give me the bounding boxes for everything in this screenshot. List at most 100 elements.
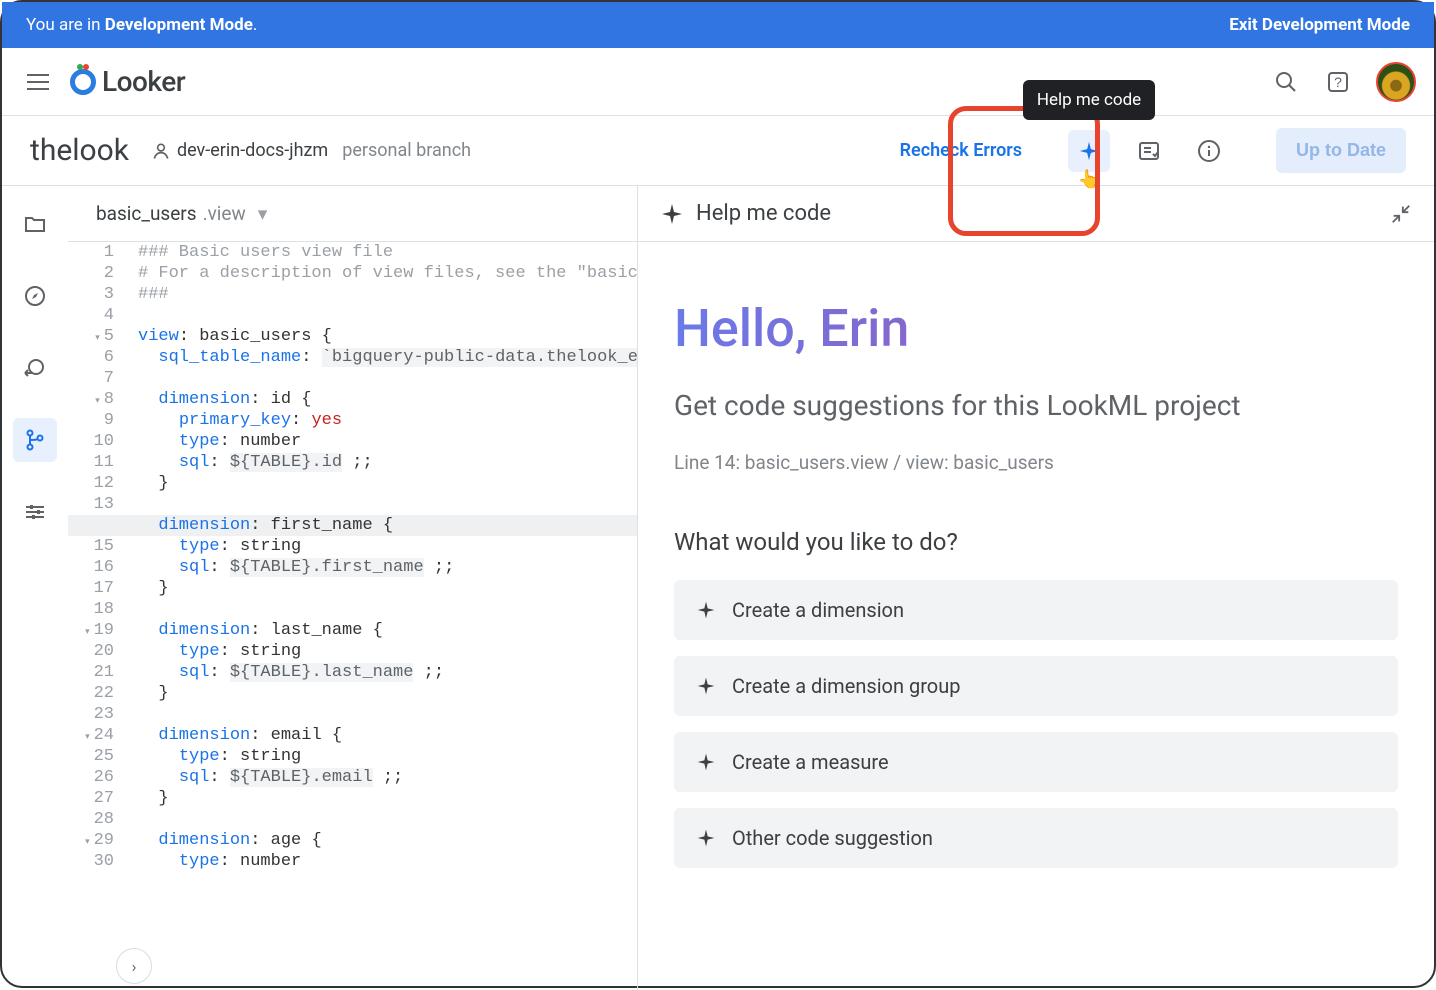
chevron-right-icon: › [132, 957, 137, 976]
code-line[interactable]: ### [138, 284, 637, 305]
code-line[interactable]: } [138, 788, 637, 809]
line-number: 12 [68, 473, 118, 494]
code-line[interactable]: sql: ${TABLE}.id ;; [138, 452, 637, 473]
code-line[interactable]: type: string [138, 641, 637, 662]
code-line[interactable]: type: string [138, 746, 637, 767]
rail-item-git[interactable] [13, 418, 57, 462]
line-number: 13 [68, 494, 118, 515]
hamburger-menu-button[interactable] [18, 62, 58, 102]
line-number: 20 [68, 641, 118, 662]
branch-selector[interactable]: dev-erin-docs-jhzm personal branch [151, 140, 471, 161]
code-line[interactable]: sql_table_name: `bigquery-public-data.th… [138, 347, 637, 368]
line-number: 19 [68, 620, 118, 641]
code-line[interactable]: dimension: last_name { [138, 620, 637, 641]
suggestion-item[interactable]: Create a measure [674, 732, 1398, 792]
code-line[interactable]: type: string [138, 536, 637, 557]
editor-pane: basic_users.view ▾ 123456789101112131415… [68, 186, 638, 990]
code-line[interactable]: } [138, 683, 637, 704]
validate-button[interactable] [1128, 130, 1170, 172]
expand-panel-button[interactable]: › [116, 948, 152, 984]
branch-type-label: personal branch [342, 140, 471, 161]
sparkle-icon [696, 600, 716, 620]
user-avatar[interactable] [1376, 62, 1416, 102]
code-line[interactable] [138, 305, 637, 326]
line-number: 17 [68, 578, 118, 599]
sliders-icon [23, 500, 47, 524]
search-button[interactable] [1264, 60, 1308, 104]
line-number: 3 [68, 284, 118, 305]
suggestion-label: Create a dimension group [732, 674, 960, 698]
help-button[interactable] [1316, 60, 1360, 104]
code-line[interactable] [138, 809, 637, 830]
code-line[interactable] [138, 704, 637, 725]
help-me-code-panel: Help me code Hello, Erin Get code sugges… [638, 186, 1434, 990]
code-line[interactable] [138, 368, 637, 389]
rail-item-files[interactable] [13, 202, 57, 246]
collapse-icon [1390, 203, 1412, 225]
search-icon [1274, 70, 1298, 94]
line-number: 2 [68, 263, 118, 284]
line-number: 6 [68, 347, 118, 368]
help-me-code-button[interactable]: Help me code 👆 [1068, 130, 1110, 172]
suggestion-item[interactable]: Other code suggestion [674, 808, 1398, 868]
line-number: 18 [68, 599, 118, 620]
code-line[interactable]: dimension: email { [138, 725, 637, 746]
up-to-date-button: Up to Date [1276, 128, 1406, 173]
file-tab[interactable]: basic_users.view ▾ [68, 186, 637, 242]
checklist-icon [1137, 139, 1161, 163]
code-line[interactable]: view: basic_users { [138, 326, 637, 347]
line-number: 5 [68, 326, 118, 347]
help-question: What would you like to do? [674, 528, 1398, 556]
suggestion-label: Create a measure [732, 750, 889, 774]
app-header: Looker [2, 48, 1434, 116]
code-line[interactable]: type: number [138, 431, 637, 452]
line-number: 29 [68, 830, 118, 851]
chevron-down-icon: ▾ [258, 202, 268, 225]
info-icon [1197, 139, 1221, 163]
person-icon [151, 141, 171, 161]
code-line[interactable]: # For a description of view files, see t… [138, 263, 637, 284]
git-icon [23, 428, 47, 452]
code-line[interactable]: } [138, 578, 637, 599]
rail-item-search[interactable] [13, 346, 57, 390]
line-number: 11 [68, 452, 118, 473]
logo[interactable]: Looker [70, 65, 185, 98]
code-line[interactable] [138, 599, 637, 620]
dev-mode-label: Development Mode [105, 15, 253, 35]
code-line[interactable]: primary_key: yes [138, 410, 637, 431]
project-name: thelook [30, 133, 129, 168]
recheck-errors-link[interactable]: Recheck Errors [900, 140, 1022, 161]
branch-name: dev-erin-docs-jhzm [177, 140, 328, 161]
code-line[interactable]: sql: ${TABLE}.email ;; [138, 767, 637, 788]
code-editor[interactable]: 1234567891011121314151617181920212223242… [68, 242, 637, 990]
code-line[interactable]: dimension: first_name { [68, 515, 637, 536]
info-button[interactable] [1188, 130, 1230, 172]
collapse-panel-button[interactable] [1390, 203, 1412, 225]
line-number: 10 [68, 431, 118, 452]
line-number: 7 [68, 368, 118, 389]
rail-item-settings[interactable] [13, 490, 57, 534]
file-ext: .view [203, 202, 246, 225]
code-line[interactable]: } [138, 473, 637, 494]
sparkle-icon [696, 828, 716, 848]
code-line[interactable]: type: number [138, 851, 637, 872]
code-line[interactable]: sql: ${TABLE}.last_name ;; [138, 662, 637, 683]
line-number: 27 [68, 788, 118, 809]
code-line[interactable]: dimension: id { [138, 389, 637, 410]
code-line[interactable]: ### Basic users view file [138, 242, 637, 263]
suggestion-item[interactable]: Create a dimension [674, 580, 1398, 640]
folder-icon [23, 212, 47, 236]
sparkle-icon [696, 676, 716, 696]
sparkle-icon [1078, 140, 1100, 162]
left-nav-rail [2, 186, 68, 990]
line-number: 28 [68, 809, 118, 830]
rail-item-explore[interactable] [13, 274, 57, 318]
exit-dev-mode-link[interactable]: Exit Development Mode [1229, 15, 1410, 35]
line-number: 9 [68, 410, 118, 431]
code-line[interactable] [138, 494, 637, 515]
line-number: 26 [68, 767, 118, 788]
code-line[interactable]: sql: ${TABLE}.first_name ;; [138, 557, 637, 578]
code-line[interactable]: dimension: age { [138, 830, 637, 851]
line-number: 15 [68, 536, 118, 557]
suggestion-item[interactable]: Create a dimension group [674, 656, 1398, 716]
